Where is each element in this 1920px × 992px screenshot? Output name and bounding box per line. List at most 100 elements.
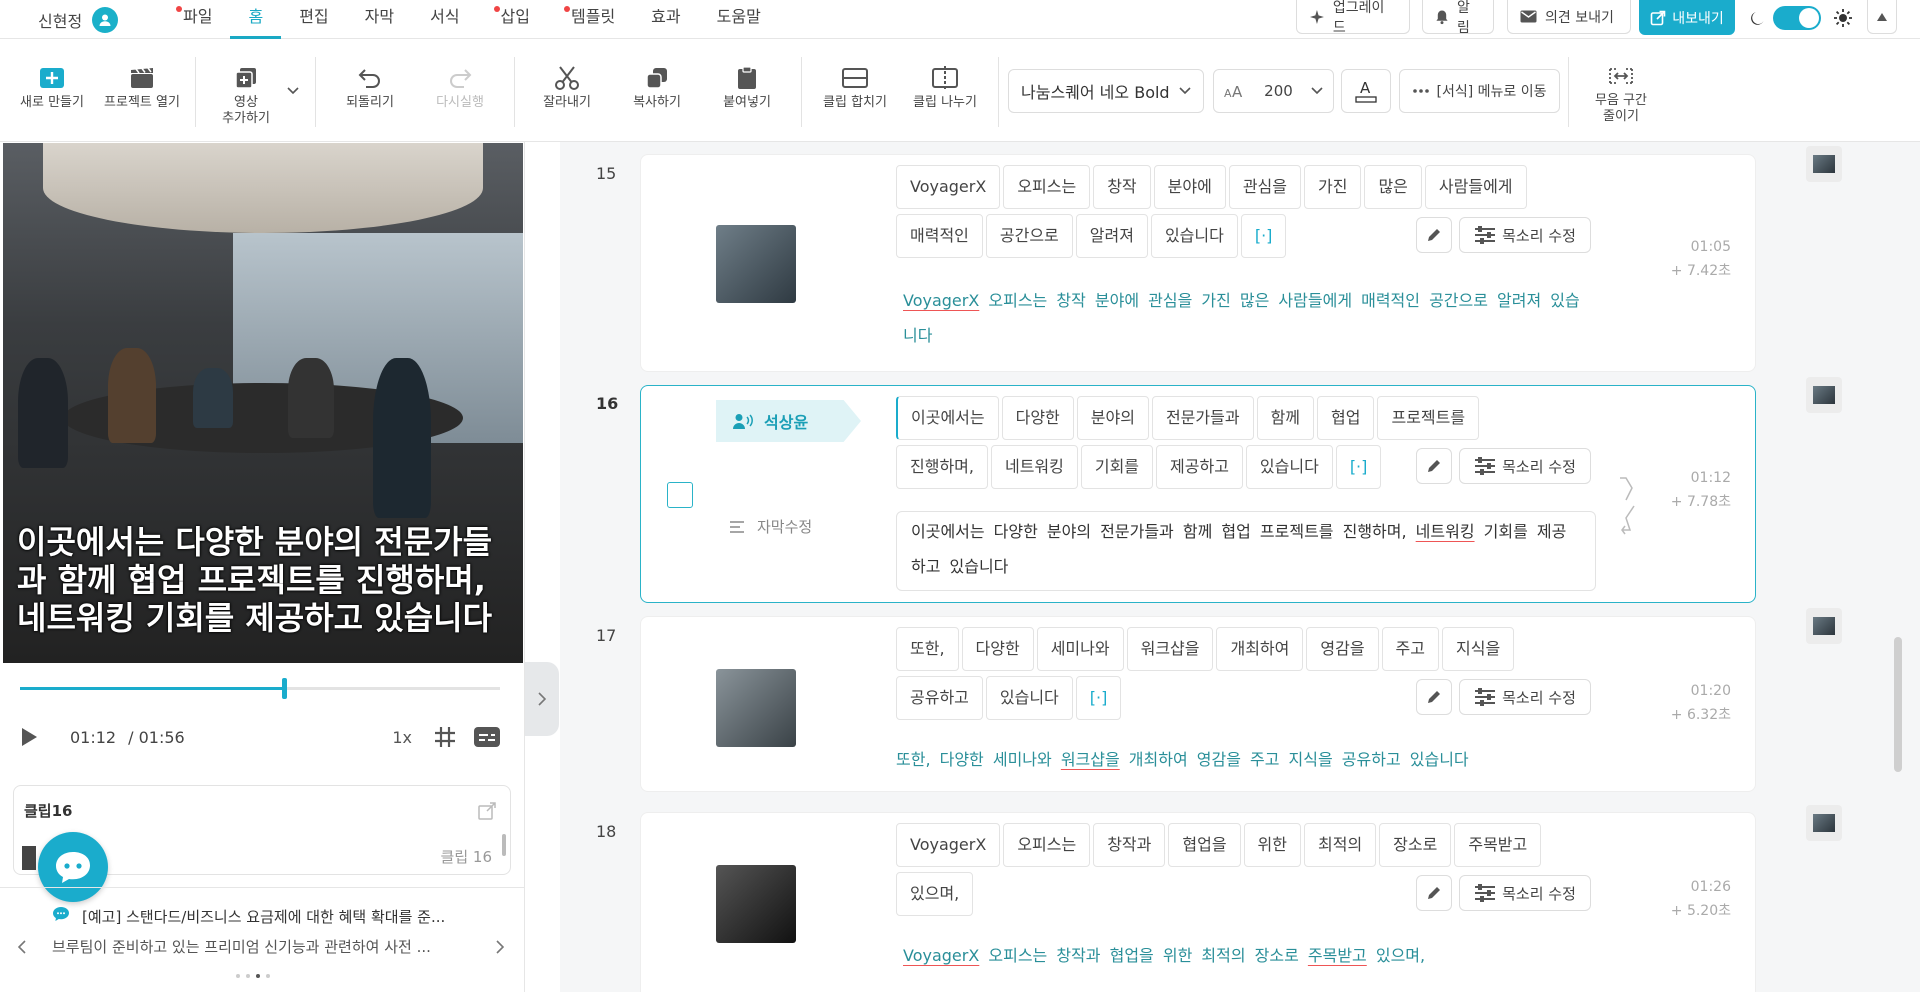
word-chip[interactable]: 오피스는 xyxy=(1003,165,1091,209)
word-chip[interactable]: VoyagerX xyxy=(896,823,1001,867)
clip-checkbox[interactable] xyxy=(667,482,693,508)
edit-button[interactable] xyxy=(1416,875,1452,911)
collapse-ribbon-button[interactable] xyxy=(1867,0,1897,34)
word-chip[interactable]: 워크샵을 xyxy=(1126,627,1214,671)
pause-chip[interactable]: [·] xyxy=(1075,676,1122,720)
word-chip[interactable]: 네트워킹 xyxy=(990,445,1078,489)
word-chip[interactable]: 공간으로 xyxy=(985,214,1073,258)
word-chip[interactable]: 많은 xyxy=(1364,165,1422,209)
grid-icon[interactable] xyxy=(434,726,456,748)
edit-button[interactable] xyxy=(1416,217,1452,253)
word-chip[interactable]: 가진 xyxy=(1304,165,1362,209)
subtitle-edit-box[interactable]: 이곳에서는 다양한 분야의 전문가들과 함께 협업 프로젝트를 진행하며, 네트… xyxy=(896,511,1596,591)
paste-button[interactable]: 붙여넣기 xyxy=(712,61,782,111)
clip-card-15[interactable]: VoyagerX 오피스는 창작 분야에 관심을 가진 많은 사람들에게 매력적인 공간으로 알려져… xyxy=(640,154,1756,372)
word-chip[interactable]: 제공하고 xyxy=(1156,445,1243,489)
external-link-icon[interactable] xyxy=(478,802,496,820)
word-chip[interactable]: VoyagerX xyxy=(896,165,1001,209)
word-chip[interactable]: 기회를 xyxy=(1080,445,1154,489)
seek-bar[interactable] xyxy=(20,678,500,699)
word-chip[interactable]: 있습니다 xyxy=(1150,214,1238,258)
pagination-dot[interactable] xyxy=(256,974,260,978)
split-clip-button[interactable]: 클립 나누기 xyxy=(910,61,980,111)
pagination-dot[interactable] xyxy=(246,974,250,978)
side-thumbnail[interactable] xyxy=(1806,805,1842,841)
menu-format[interactable]: 서식 xyxy=(412,0,477,39)
side-thumbnail[interactable] xyxy=(1806,608,1842,644)
word-chip[interactable]: 협업을 xyxy=(1168,823,1241,867)
side-thumbnail[interactable] xyxy=(1806,146,1842,182)
word-chip[interactable]: 창작과 xyxy=(1093,823,1166,867)
subtitle-icon[interactable] xyxy=(474,727,500,747)
word-chip[interactable]: 세미나와 xyxy=(1036,627,1124,671)
new-project-button[interactable]: 새로 만들기 xyxy=(17,61,87,111)
menu-effect[interactable]: 효과 xyxy=(633,0,698,39)
speaker-tag[interactable]: 석상윤 xyxy=(716,400,861,442)
feedback-button[interactable]: 의견 보내기 xyxy=(1507,0,1631,34)
voice-edit-button[interactable]: 목소리 수정 xyxy=(1459,448,1591,484)
user-profile[interactable]: 신현정 xyxy=(38,7,119,33)
open-project-button[interactable]: 프로젝트 열기 xyxy=(102,61,182,111)
word-chip[interactable]: 있습니다 xyxy=(985,676,1073,720)
play-icon[interactable] xyxy=(20,727,38,747)
menu-insert[interactable]: 삽입 xyxy=(478,0,548,39)
word-chip[interactable]: 지식을 xyxy=(1442,627,1515,671)
font-color-button[interactable]: A xyxy=(1341,69,1391,113)
voice-edit-button[interactable]: 목소리 수정 xyxy=(1459,217,1591,253)
word-chip[interactable]: 함께 xyxy=(1256,396,1315,440)
upgrade-button[interactable]: 업그레이드 xyxy=(1296,0,1410,36)
word-chip[interactable]: 있으며, xyxy=(896,872,974,916)
chevron-down-icon[interactable] xyxy=(287,87,299,95)
word-chip[interactable]: 공유하고 xyxy=(896,676,983,720)
side-thumbnail[interactable] xyxy=(1806,377,1842,413)
edit-button[interactable] xyxy=(1416,679,1452,715)
word-chip[interactable]: 개최하여 xyxy=(1216,627,1304,671)
word-chip[interactable]: 위한 xyxy=(1243,823,1301,867)
word-chip[interactable]: 또한, xyxy=(896,627,959,671)
clip-card-18[interactable]: VoyagerX 오피스는 창작과 협업을 위한 최적의 장소로 주목받고있으며, 목소리 수… xyxy=(640,812,1756,992)
menu-subtitle[interactable]: 자막 xyxy=(347,0,412,39)
clip-scrollbar[interactable] xyxy=(502,834,506,856)
alarm-button[interactable]: 알림 xyxy=(1422,0,1494,36)
word-chip[interactable]: 전문가들과 xyxy=(1151,396,1254,440)
word-chip[interactable]: 최적의 xyxy=(1304,823,1377,867)
edit-button[interactable] xyxy=(1416,448,1452,484)
word-chip[interactable]: 영감을 xyxy=(1306,627,1379,671)
clip-thumbnail[interactable] xyxy=(716,865,796,943)
word-chip[interactable]: 이곳에서는 xyxy=(896,396,999,440)
word-chip[interactable]: 협업 xyxy=(1317,396,1375,440)
clip-sentence[interactable]: VoyagerX 오피스는 창작 분야에 관심을 가진 많은 사람들에게 매력적… xyxy=(903,283,1583,353)
clip-sentence[interactable]: 또한, 다양한 세미나와 워크샵을 개최하여 영감을 주고 지식을 공유하고 있… xyxy=(896,742,1576,777)
theme-toggle[interactable] xyxy=(1773,6,1821,30)
menu-file[interactable]: 파일 xyxy=(160,0,230,39)
pagination-dot[interactable] xyxy=(266,974,270,978)
clip-thumbnail[interactable] xyxy=(716,225,796,303)
pause-chip[interactable]: [·] xyxy=(1240,214,1287,258)
chevron-left-icon[interactable] xyxy=(18,940,26,954)
word-chip[interactable]: 관심을 xyxy=(1228,165,1301,209)
video-preview[interactable]: 이곳에서는 다양한 분야의 전문가들과 함께 협업 프로젝트를 진행하며, 네트… xyxy=(3,143,523,663)
redo-button[interactable]: 다시실행 xyxy=(425,61,495,111)
clip-card-16[interactable]: 석상윤 자막수정 이곳에서는 다양한 분야의 전문가들과 함께 협업 프로젝트를 진행하며, 네… xyxy=(640,385,1756,603)
reduce-silence-button[interactable]: 무음 구간 줄이기 xyxy=(1586,59,1656,125)
word-chip[interactable]: 분야에 xyxy=(1153,165,1226,209)
font-size-select[interactable]: AA 200 xyxy=(1213,69,1334,113)
clip-thumbnail[interactable] xyxy=(716,669,796,747)
menu-edit[interactable]: 편집 xyxy=(281,0,346,39)
notice-banner[interactable]: [예고] 스탠다드/비즈니스 요금제에 대한 혜택 확대를 준... 브루팀이 … xyxy=(0,887,525,992)
word-chip[interactable]: 있습니다 xyxy=(1245,445,1333,489)
word-chip[interactable]: 주목받고 xyxy=(1454,823,1542,867)
pagination-dot[interactable] xyxy=(236,974,240,978)
voice-edit-button[interactable]: 목소리 수정 xyxy=(1459,875,1591,911)
merge-clip-button[interactable]: 클립 합치기 xyxy=(820,61,890,111)
word-chip[interactable]: 알려져 xyxy=(1075,214,1148,258)
word-chip[interactable]: 장소로 xyxy=(1379,823,1452,867)
word-chip[interactable]: 오피스는 xyxy=(1003,823,1091,867)
word-chip[interactable]: 다양한 xyxy=(1001,396,1074,440)
export-button[interactable]: 내보내기 xyxy=(1639,0,1735,35)
voice-edit-button[interactable]: 목소리 수정 xyxy=(1459,679,1591,715)
font-select[interactable]: 나눔스퀘어 네오 Bold xyxy=(1008,69,1204,113)
word-chip[interactable]: 프로젝트를 xyxy=(1377,396,1480,440)
word-chip[interactable]: 사람들에게 xyxy=(1424,165,1527,209)
word-chip[interactable]: 창작 xyxy=(1093,165,1151,209)
